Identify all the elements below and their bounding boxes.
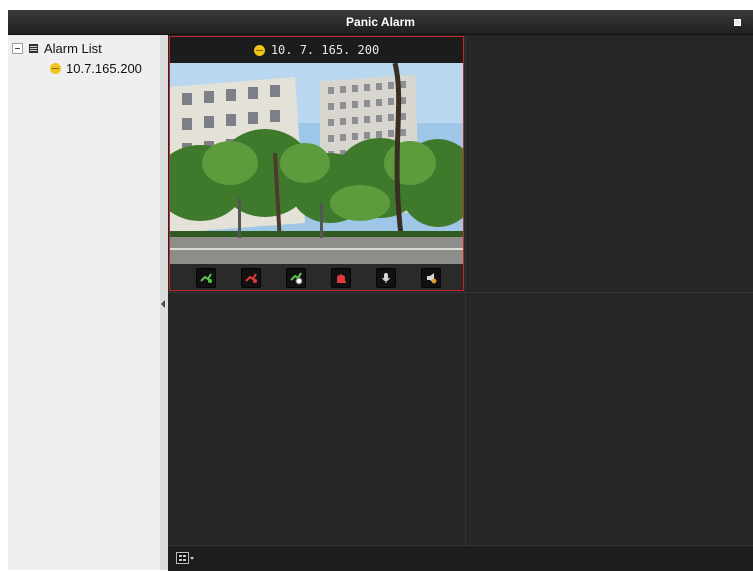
alarm-acknowledge-button[interactable] — [196, 268, 216, 288]
grid-divider — [465, 35, 466, 545]
restore-icon[interactable] — [734, 19, 741, 26]
tree-root-label: Alarm List — [44, 40, 102, 56]
grid-divider — [168, 292, 753, 293]
alarm-video-panel[interactable]: 10. 7. 165. 200 — [169, 36, 464, 291]
alarm-history-icon — [290, 272, 303, 285]
panel-toolbar — [170, 264, 463, 290]
video-grid: 10. 7. 165. 200 — [168, 35, 753, 571]
view-bottom-bar — [168, 545, 753, 571]
sidebar-splitter[interactable] — [160, 35, 168, 570]
speaker-icon — [427, 273, 437, 284]
alarm-clear-icon — [245, 273, 257, 283]
alarm-stop-icon — [337, 274, 346, 283]
collapse-icon[interactable] — [12, 42, 23, 54]
speaker-button[interactable] — [421, 268, 441, 288]
panel-header-label: 10. 7. 165. 200 — [270, 43, 380, 57]
device-icon — [253, 44, 265, 56]
chevron-down-icon[interactable] — [190, 557, 194, 560]
alarm-list-sidebar: Alarm List 10.7.165.200 — [8, 35, 160, 570]
window-title: Panic Alarm — [346, 15, 415, 29]
device-icon — [50, 62, 61, 74]
collapse-sidebar-icon[interactable] — [161, 300, 165, 308]
tree-item-label: 10.7.165.200 — [66, 60, 142, 76]
alarm-stop-button[interactable] — [331, 268, 351, 288]
alarm-clear-button[interactable] — [241, 268, 261, 288]
live-video[interactable] — [170, 63, 463, 266]
list-icon — [29, 43, 38, 53]
panic-alarm-window: Panic Alarm Alarm List 10.7.165.200 10. … — [8, 10, 753, 571]
window-layout-icon[interactable] — [176, 552, 189, 564]
video-frame — [170, 63, 463, 266]
tree-item-device[interactable]: 10.7.165.200 — [50, 60, 142, 76]
title-bar: Panic Alarm — [8, 10, 753, 35]
panel-header: 10. 7. 165. 200 — [170, 37, 463, 63]
microphone-button[interactable] — [376, 268, 396, 288]
alarm-history-button[interactable] — [286, 268, 306, 288]
tree-root-alarm-list[interactable]: Alarm List — [12, 40, 102, 56]
microphone-icon — [382, 273, 390, 283]
alarm-acknowledge-icon — [200, 273, 212, 283]
